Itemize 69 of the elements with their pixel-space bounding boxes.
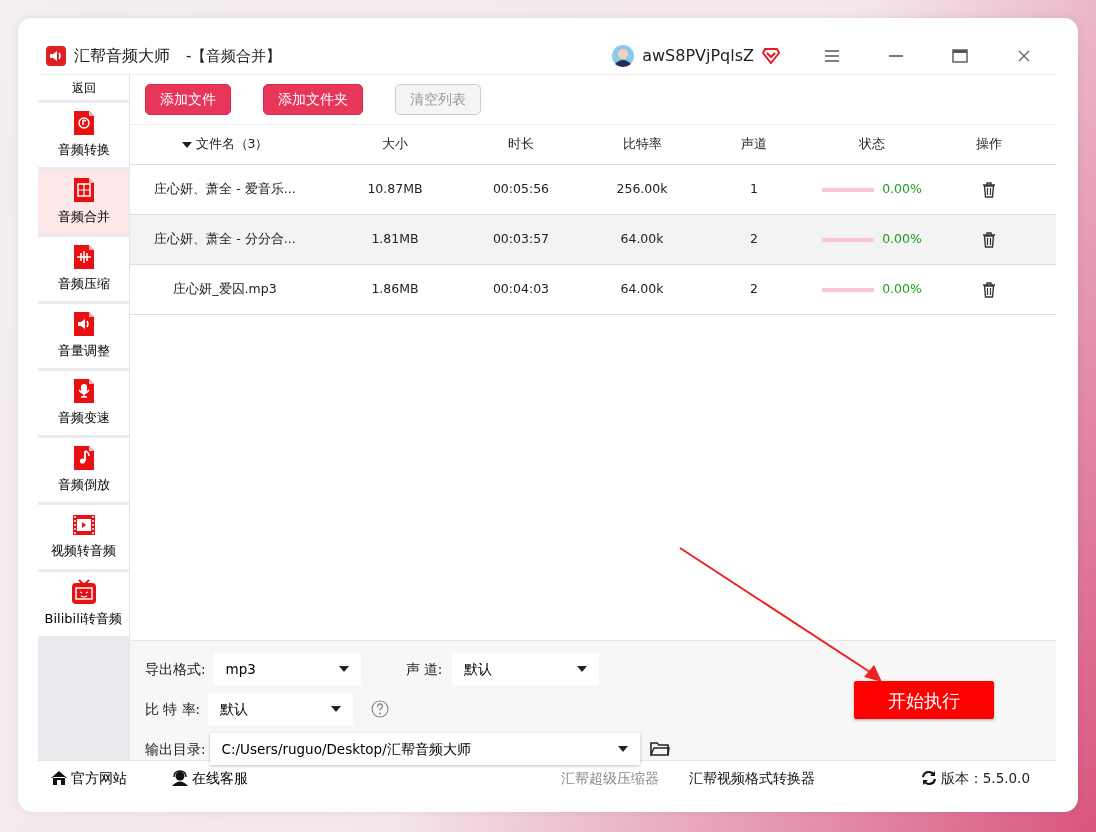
column-header[interactable]: 文件名（3） (195, 135, 269, 154)
table-cell-text: 1.81MB (370, 230, 420, 249)
table-cell-text: 00:05:56 (491, 180, 551, 199)
table-row[interactable]: 庄心妍_爱囚.mp3 1.86MB 00:04:03 64.00k 2 0.00% (130, 265, 1056, 315)
column-header: 比特率 (621, 135, 663, 154)
start-button[interactable]: 开始执行 (854, 681, 994, 719)
audio-file-icon (72, 378, 95, 405)
table-cell-text: 64.00k (619, 280, 665, 299)
table-cell-text: 庄心妍_爱囚.mp3 (172, 280, 278, 299)
refresh-icon (920, 770, 937, 786)
table-cell-text: 10.87MB (366, 180, 424, 199)
headset-icon (171, 770, 189, 786)
audio-file-icon (72, 244, 95, 271)
avatar-icon (612, 45, 635, 67)
home-icon (50, 770, 68, 786)
sidebar-item[interactable]: 音频合并 (38, 170, 129, 237)
table-cell-text: 256.00k (615, 180, 669, 199)
folder-icon[interactable] (649, 741, 670, 757)
audio-file-icon (72, 177, 95, 204)
close-icon[interactable] (1016, 48, 1032, 64)
table-cell-text: 00:03:57 (491, 230, 551, 249)
diamond-icon (762, 48, 780, 64)
film-icon (71, 513, 96, 538)
toolbar-button[interactable]: 添加文件夹 (263, 84, 363, 115)
menu-icon[interactable] (824, 48, 840, 64)
column-header: 声道 (740, 135, 768, 154)
progress-text: 0.00% (882, 180, 922, 199)
website-link[interactable]: 官方网站 (50, 767, 127, 789)
product-link[interactable]: 汇帮视频格式转换器 (689, 767, 815, 789)
help-icon (371, 700, 390, 718)
column-header: 大小 (381, 135, 409, 154)
window-title: -【音频合并】 (186, 45, 282, 67)
maximize-icon[interactable] (952, 48, 968, 64)
table-cell-text: 1.86MB (370, 280, 420, 299)
table-cell-text: 庄心妍、萧全 - 分分合... (153, 230, 297, 249)
username: awS8PVjPqlsZ (642, 45, 754, 67)
trash-icon[interactable] (982, 231, 996, 248)
column-header: 时长 (507, 135, 535, 154)
trash-icon[interactable] (982, 281, 996, 298)
music-note-icon (72, 445, 95, 472)
progress-text: 0.00% (882, 230, 922, 249)
table-row[interactable]: 庄心妍、萧全 - 分分合... 1.81MB 00:03:57 64.00k 2 0.00% (130, 215, 1056, 265)
table-cell-text: 1 (749, 180, 759, 199)
field-label: 导出格式: (145, 659, 206, 679)
column-header: 操作 (975, 135, 1003, 154)
trash-icon[interactable] (982, 181, 996, 198)
table-cell-text: 00:04:03 (491, 280, 551, 299)
progress-text: 0.00% (882, 280, 922, 299)
support-link[interactable]: 在线客服 (171, 767, 248, 789)
tv-icon (70, 579, 97, 606)
product-link[interactable]: 汇帮超级压缩器 (561, 767, 659, 789)
field-label: 输出目录: (145, 739, 206, 759)
toolbar-button[interactable]: 添加文件 (145, 84, 231, 115)
table-cell-text: 64.00k (619, 230, 665, 249)
field-label: 比 特 率: (145, 699, 201, 719)
table-cell-text: 2 (749, 230, 759, 249)
column-header: 状态 (858, 135, 886, 154)
field-label: 声 道: (405, 659, 443, 679)
dropdown[interactable]: 默认 (208, 693, 354, 725)
dropdown[interactable]: mp3 (213, 653, 361, 685)
table-cell-text: 庄心妍、萧全 - 爱音乐... (153, 180, 297, 199)
audio-file-icon (72, 110, 95, 137)
table-cell-text: 2 (749, 280, 759, 299)
version-text: 版本：5.5.0.0 (940, 768, 1030, 788)
dropdown[interactable]: 默认 (452, 653, 600, 685)
dropdown[interactable]: C:/Users/ruguo/Desktop/汇帮音频大师 (209, 733, 640, 765)
audio-file-icon (72, 311, 95, 338)
app-name: 汇帮音频大师 (74, 45, 170, 67)
logo-icon (46, 46, 66, 66)
